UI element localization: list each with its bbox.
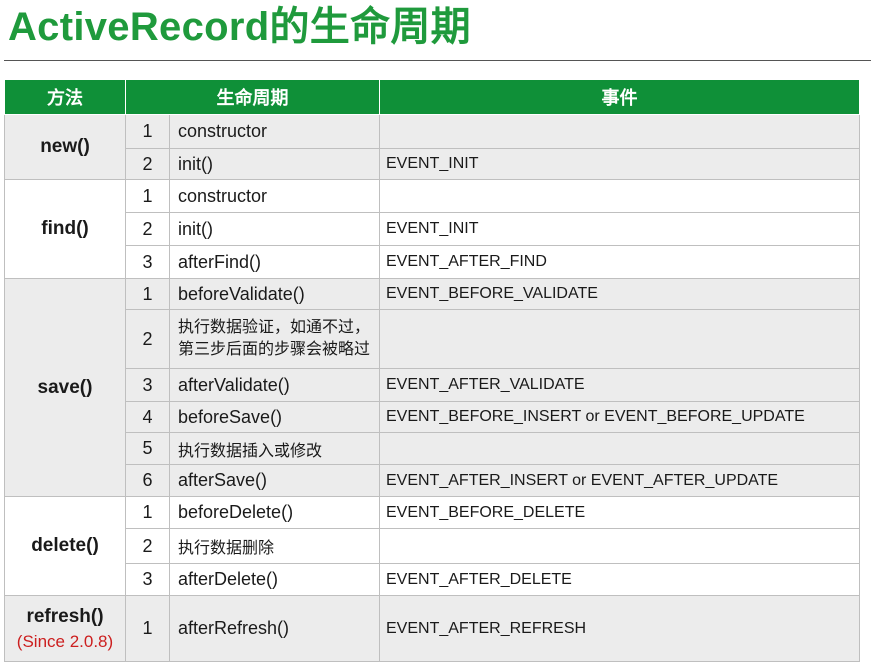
page-title: ActiveRecord的生命周期 bbox=[8, 5, 471, 49]
event-name bbox=[379, 432, 860, 465]
step-number: 1 bbox=[125, 496, 170, 529]
step-number: 6 bbox=[125, 464, 170, 497]
step-number: 2 bbox=[125, 528, 170, 564]
method-cell: refresh() (Since 2.0.8) bbox=[4, 595, 126, 662]
lifecycle-step: afterSave() bbox=[169, 464, 380, 497]
lifecycle-step: init() bbox=[169, 148, 380, 180]
table-header-row: 方法 生命周期 事件 bbox=[4, 79, 860, 115]
lifecycle-step: constructor bbox=[169, 179, 380, 213]
event-name: EVENT_BEFORE_DELETE bbox=[379, 496, 860, 529]
lifecycle-step: afterRefresh() bbox=[169, 595, 380, 662]
table-row: 5 执行数据插入或修改 bbox=[5, 432, 860, 465]
step-number: 1 bbox=[125, 278, 170, 310]
step-number: 2 bbox=[125, 309, 170, 369]
step-number: 1 bbox=[125, 114, 170, 149]
step-number: 1 bbox=[125, 179, 170, 213]
step-number: 3 bbox=[125, 245, 170, 279]
lifecycle-step: afterValidate() bbox=[169, 368, 380, 402]
table-row: 3 afterDelete() EVENT_AFTER_DELETE bbox=[5, 563, 860, 596]
lifecycle-step: 执行数据插入或修改 bbox=[169, 432, 380, 465]
event-name: EVENT_AFTER_REFRESH bbox=[379, 595, 860, 662]
event-name: EVENT_AFTER_VALIDATE bbox=[379, 368, 860, 402]
step-number: 2 bbox=[125, 212, 170, 246]
lifecycle-step: constructor bbox=[169, 114, 380, 149]
lifecycle-table: 方法 生命周期 事件 new() 1 constructor 2 init() … bbox=[4, 79, 860, 662]
event-name: EVENT_BEFORE_INSERT or EVENT_BEFORE_UPDA… bbox=[379, 401, 860, 433]
table-row: 2 执行数据删除 bbox=[5, 528, 860, 564]
step-number: 3 bbox=[125, 563, 170, 596]
table-row: 2 init() EVENT_INIT bbox=[5, 148, 860, 180]
table-row: 4 beforeSave() EVENT_BEFORE_INSERT or EV… bbox=[5, 401, 860, 433]
header-lifecycle: 生命周期 bbox=[125, 79, 380, 115]
table-row: 2 init() EVENT_INIT bbox=[5, 212, 860, 246]
step-number: 3 bbox=[125, 368, 170, 402]
table-row: delete() 1 beforeDelete() EVENT_BEFORE_D… bbox=[4, 496, 860, 596]
event-name: EVENT_AFTER_DELETE bbox=[379, 563, 860, 596]
table-row: 3 afterValidate() EVENT_AFTER_VALIDATE bbox=[5, 368, 860, 402]
method-cell: find() bbox=[4, 179, 126, 279]
table-row: 2 执行数据验证，如通不过，第三步后面的步骤会被略过 bbox=[5, 309, 860, 369]
lifecycle-step: 执行数据删除 bbox=[169, 528, 380, 564]
event-name bbox=[379, 309, 860, 369]
method-cell: new() bbox=[4, 114, 126, 180]
step-number: 1 bbox=[125, 595, 170, 662]
event-name: EVENT_INIT bbox=[379, 212, 860, 246]
lifecycle-step: afterDelete() bbox=[169, 563, 380, 596]
step-number: 4 bbox=[125, 401, 170, 433]
event-name: EVENT_INIT bbox=[379, 148, 860, 180]
event-name: EVENT_AFTER_INSERT or EVENT_AFTER_UPDATE bbox=[379, 464, 860, 497]
lifecycle-step: beforeDelete() bbox=[169, 496, 380, 529]
event-name bbox=[379, 179, 860, 213]
method-cell: save() bbox=[4, 278, 126, 497]
event-name bbox=[379, 528, 860, 564]
lifecycle-step: beforeSave() bbox=[169, 401, 380, 433]
method-name: refresh() bbox=[26, 605, 104, 627]
event-name: EVENT_BEFORE_VALIDATE bbox=[379, 278, 860, 310]
table-row: 3 afterFind() EVENT_AFTER_FIND bbox=[5, 245, 860, 279]
table-row: save() 1 beforeValidate() EVENT_BEFORE_V… bbox=[4, 278, 860, 497]
lifecycle-step: afterFind() bbox=[169, 245, 380, 279]
lifecycle-step: init() bbox=[169, 212, 380, 246]
table-row: 6 afterSave() EVENT_AFTER_INSERT or EVEN… bbox=[5, 464, 860, 497]
table-row: new() 1 constructor bbox=[4, 114, 860, 180]
event-name: EVENT_AFTER_FIND bbox=[379, 245, 860, 279]
step-number: 2 bbox=[125, 148, 170, 180]
header-method: 方法 bbox=[4, 79, 126, 115]
step-number: 5 bbox=[125, 432, 170, 465]
lifecycle-step: beforeValidate() bbox=[169, 278, 380, 310]
table-row: find() 1 constructor bbox=[4, 179, 860, 279]
title-divider bbox=[4, 60, 871, 61]
since-version-note: (Since 2.0.8) bbox=[16, 631, 114, 651]
lifecycle-step: 执行数据验证，如通不过，第三步后面的步骤会被略过 bbox=[169, 309, 380, 369]
header-event: 事件 bbox=[379, 79, 860, 115]
event-name bbox=[379, 114, 860, 149]
method-cell: delete() bbox=[4, 496, 126, 596]
table-row: refresh() (Since 2.0.8) 1 afterRefresh()… bbox=[4, 595, 860, 662]
